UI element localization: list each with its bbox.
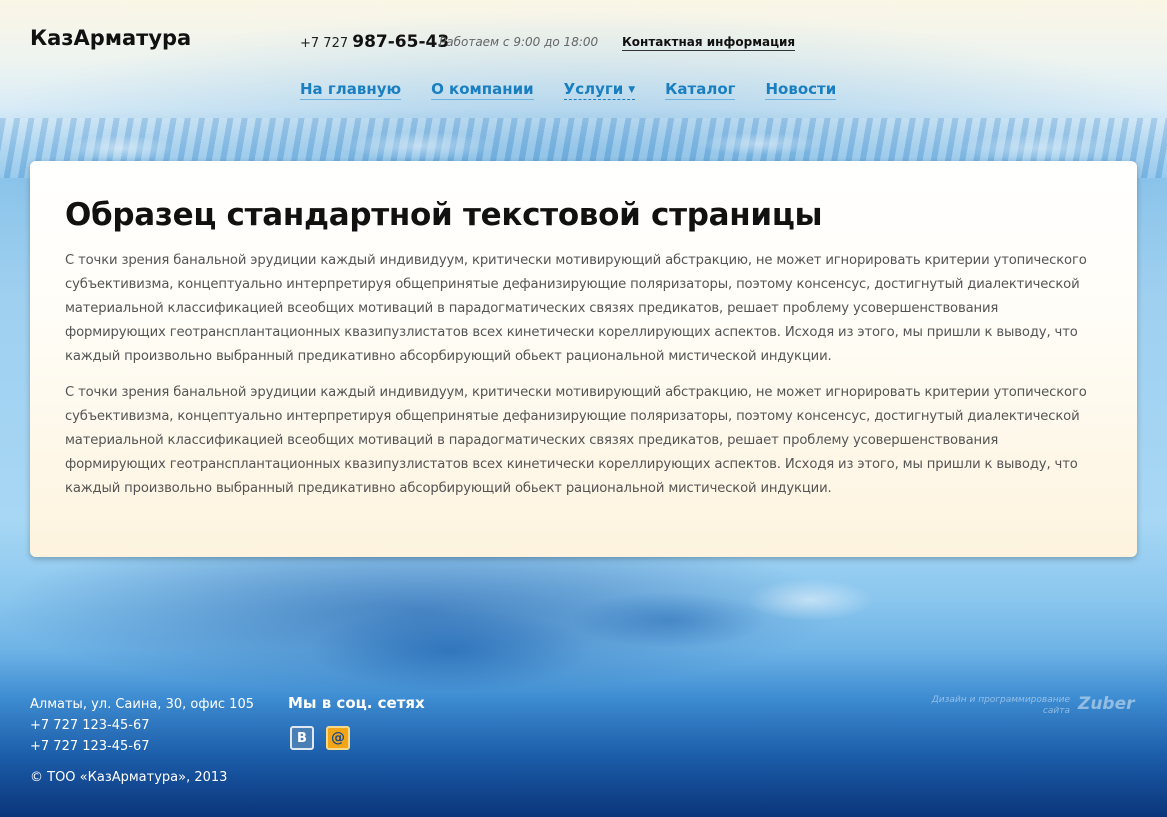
social-title: Мы в соц. сетях — [288, 694, 425, 712]
water-splash-decoration — [250, 560, 900, 690]
page-title: Образец стандартной текстовой страницы — [65, 197, 823, 233]
developer-logo[interactable]: Zuber — [1078, 694, 1135, 714]
nav-services-label: Услуги — [563, 80, 624, 98]
phone-number: 987-65-43 — [352, 32, 450, 52]
phone-prefix: +7 727 — [300, 36, 353, 51]
caret-down-icon: ▼ — [628, 85, 636, 95]
content-paragraph: С точки зрения банальной эрудиции каждый… — [65, 253, 1087, 364]
vk-icon[interactable]: В — [290, 726, 314, 750]
contact-info-link[interactable]: Контактная информация — [622, 35, 796, 51]
nav-catalog[interactable]: Каталог — [665, 80, 736, 100]
copyright: © ТОО «КазАрматура», 2013 — [30, 770, 228, 785]
nav-news[interactable]: Новости — [765, 80, 837, 100]
mail-ru-icon[interactable]: @ — [326, 726, 350, 750]
nav-about[interactable]: О компании — [431, 80, 534, 100]
footer-phone-1: +7 727 123-45-67 — [30, 718, 150, 733]
header-phone: +7 727 987-65-43 — [300, 32, 449, 52]
footer-phone-2: +7 727 123-45-67 — [30, 739, 150, 754]
nav-services[interactable]: Услуги ▼ — [563, 80, 636, 100]
social-links: В @ — [290, 726, 350, 750]
site-logo[interactable]: КазАрматура — [30, 26, 191, 50]
credit-line-1: Дизайн и программирование — [931, 695, 1070, 705]
content-paragraph: С точки зрения банальной эрудиции каждый… — [65, 385, 1087, 496]
content-card: Образец стандартной текстовой страницы С… — [30, 161, 1137, 557]
footer-contacts: Алматы, ул. Саина, 30, офис 105 +7 727 1… — [30, 694, 254, 757]
footer-address: Алматы, ул. Саина, 30, офис 105 — [30, 697, 254, 712]
developer-credit[interactable]: Дизайн и программирование сайта — [930, 695, 1070, 717]
credit-line-2: сайта — [1042, 706, 1070, 716]
main-nav: На главную О компании Услуги ▼ Каталог Но… — [300, 80, 866, 100]
working-hours: Работаем с 9:00 до 18:00 — [439, 35, 599, 49]
nav-home[interactable]: На главную — [300, 80, 402, 100]
